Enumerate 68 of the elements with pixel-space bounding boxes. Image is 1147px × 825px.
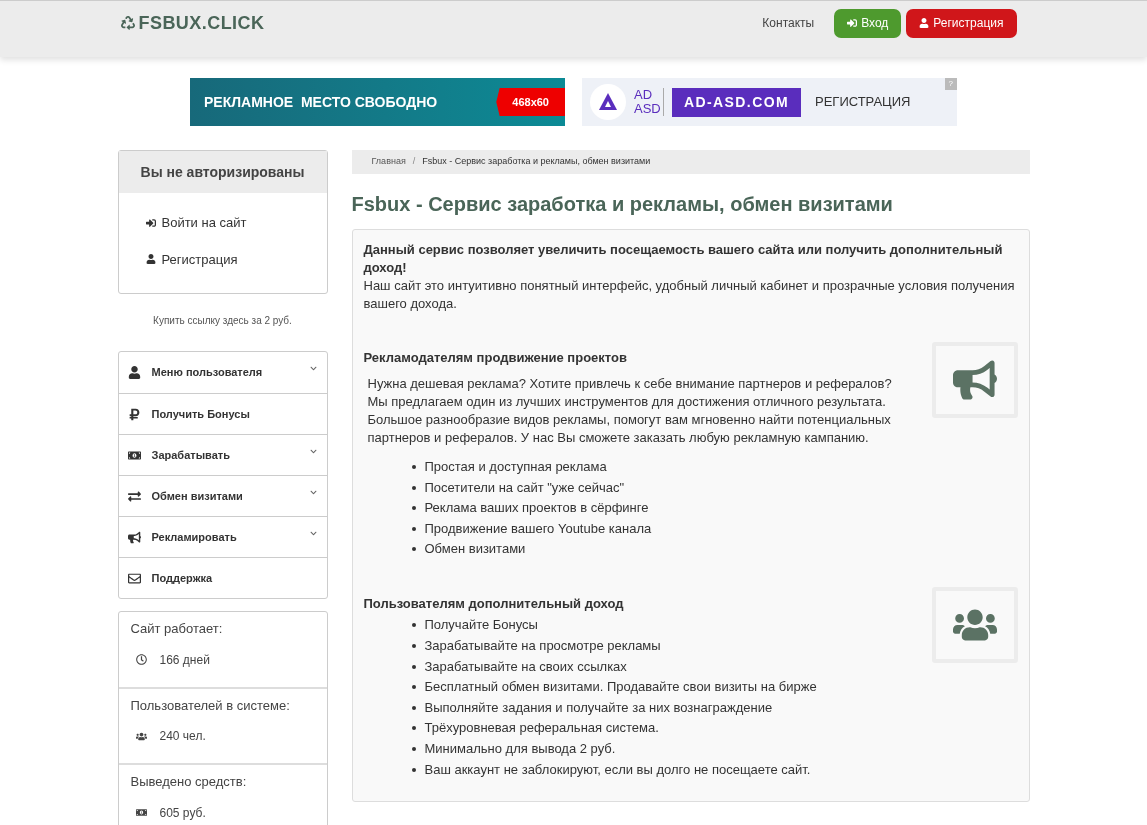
ruble-icon — [127, 407, 141, 421]
user-icon — [145, 254, 156, 265]
feature-list-item: Зарабатывайте на просмотре рекламы — [411, 636, 932, 655]
feature-list-item: Реклама ваших проектов в сёрфинге — [411, 499, 932, 518]
site-logo[interactable]: FSBUX.CLICK — [120, 9, 265, 37]
intro-lead: Данный сервис позволяет увеличить посещаемость вашего сайта или получить дополнительный доход! — [363, 241, 1004, 277]
triangle-logo-icon — [590, 84, 626, 120]
menu-item[interactable]: Поддержка — [118, 557, 327, 598]
ad-banner[interactable]: РЕКЛАМНОЕ МЕСТО СВОБОДНО 468x60 — [190, 78, 565, 126]
breadcrumb-current: Fsbux - Сервис заработка и рекламы, обмен визитами — [422, 155, 651, 169]
stat-value: 166 дней — [159, 651, 210, 669]
feature-list-item: Ваш аккаунт не заблокируют, если вы долго не посещаете сайт. — [411, 760, 932, 779]
clock-icon — [135, 654, 147, 665]
recycle-icon — [120, 16, 135, 30]
feature-list-item: Посетители на сайт "уже сейчас" — [411, 478, 932, 497]
chevron-down-icon — [309, 530, 317, 537]
chevron-down-icon — [309, 448, 317, 455]
feature-list-item: Продвижение вашего Youtube канала — [411, 519, 932, 538]
auth-link[interactable]: Регистрация — [145, 249, 327, 269]
sign-in-icon — [145, 217, 156, 228]
section-heading: Пользователям дополнительный доход — [363, 595, 625, 614]
breadcrumb-separator: / — [412, 155, 416, 169]
banner-size: 468x60 — [496, 87, 565, 117]
menu-item[interactable]: Меню пользователя — [118, 352, 327, 393]
menu-item[interactable]: Зарабатывать — [118, 434, 327, 475]
feature-list-item: Бесплатный обмен визитами. Продавайте свои визиты на бирже — [411, 678, 932, 697]
stat-label: Выведено средств: — [130, 773, 248, 791]
feature-list-item: Выполняйте задания и получайте за них вознаграждение — [411, 698, 932, 717]
exchange-arrows-icon — [127, 489, 141, 503]
stat-label: Сайт работает: — [130, 620, 224, 638]
section-heading: Рекламодателям продвижение проектов — [363, 349, 628, 367]
chevron-down-icon — [309, 489, 317, 496]
users-icon — [135, 730, 147, 742]
buy-link-text[interactable]: Купить ссылку здесь за 2 руб. — [117, 313, 328, 328]
register-button[interactable]: Регистрация — [906, 8, 1017, 38]
auth-panel-title: Вы не авторизированы — [140, 162, 305, 182]
feature-list-item: Зарабатывайте на своих ссылках — [411, 657, 932, 676]
ad-logo-text: AD ASD — [634, 88, 664, 116]
feature-list-item: Получайте Бонусы — [411, 616, 932, 635]
menu-item[interactable]: Получить Бонусы — [118, 393, 327, 434]
ad-banner[interactable]: AD ASD AD-ASD.COM РЕГИСТРАЦИЯ ? — [582, 78, 957, 126]
megaphone-icon — [952, 358, 997, 402]
stat-label: Пользователей в системе: — [130, 696, 291, 715]
contacts-link[interactable]: Контакты — [762, 14, 815, 32]
envelope-icon — [127, 571, 141, 585]
login-button[interactable]: Вход — [834, 8, 902, 38]
feature-list-item: Простая и доступная реклама — [411, 458, 932, 476]
chevron-down-icon — [309, 365, 317, 372]
banknote-icon — [135, 807, 147, 818]
ad-domain: AD-ASD.COM — [672, 87, 801, 117]
user-icon — [127, 366, 141, 379]
menu-item[interactable]: Обмен визитами — [118, 475, 327, 516]
banner-text: РЕКЛАМНОЕ МЕСТО СВОБОДНО — [204, 92, 438, 112]
ad-cta: РЕГИСТРАЦИЯ — [815, 93, 911, 112]
page-title: Fsbux - Сервис заработка и рекламы, обмен визитами — [351, 192, 894, 217]
breadcrumb-link[interactable]: Главная — [371, 155, 406, 169]
feature-list-item: Трёхуровневая реферальная система. — [411, 719, 932, 738]
menu-item[interactable]: Рекламировать — [118, 516, 327, 557]
stat-value: 240 чел. — [159, 728, 206, 745]
stat-value: 605 руб. — [159, 804, 206, 822]
intro-text: Наш сайт это интуитивно понятный интерфейс, удобный личный кабинет и прозрачные условия получения вашего дохода. — [363, 277, 1016, 313]
feature-list-item: Обмен визитами — [411, 540, 932, 559]
megaphone-icon — [127, 530, 141, 544]
auth-link[interactable]: Войти на сайт — [145, 213, 327, 233]
section-text: Нужна дешевая реклама? Хотите привлечь к себе внимание партнеров и рефералов? Мы предлагаем один из лучших инструментов для достижения отличного результата. Большое разнообразие видов рекламы, помогут вам мгновенно найти потенциальных партнеров и рефералов. У нас Вы сможете заказать любую рекламную кампанию. — [366, 375, 893, 447]
user-icon — [919, 18, 930, 28]
sign-in-icon — [847, 18, 858, 28]
feature-list-item: Минимально для вывода 2 руб. — [411, 739, 932, 758]
